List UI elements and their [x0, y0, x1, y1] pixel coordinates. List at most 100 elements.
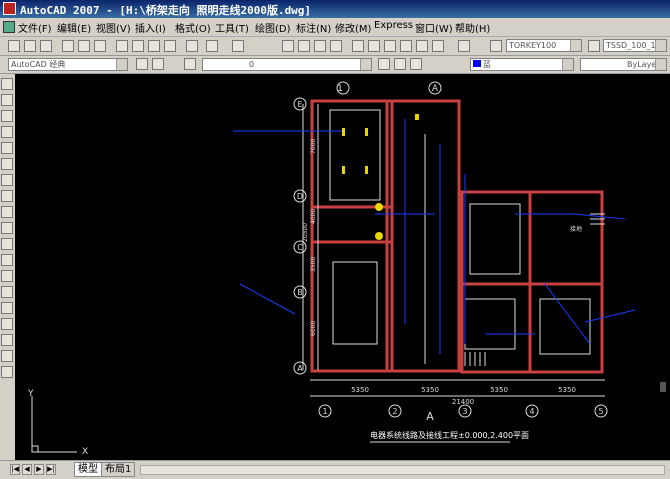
window-title: AutoCAD 2007 - [H:\桥架走向 照明走线2000版.dwg] [20, 4, 312, 17]
markup-icon[interactable] [416, 40, 428, 52]
menu-draw[interactable]: 绘图(D) [255, 20, 291, 35]
copy-icon[interactable] [132, 40, 144, 52]
interior-lines [302, 104, 605, 397]
properties-icon[interactable] [352, 40, 364, 52]
menu-edit[interactable]: 编辑(E) [57, 20, 91, 35]
room-label: 接地 [570, 225, 582, 233]
ellipse-arc-icon[interactable] [1, 238, 13, 250]
leader-line [574, 213, 626, 220]
polyline-icon[interactable] [1, 110, 13, 122]
paste-icon[interactable] [148, 40, 160, 52]
drawing-labels: 1 A 1 2 3 4 5 E D C B A 5350 5350 5350 5… [27, 84, 604, 457]
point-icon[interactable] [1, 286, 13, 298]
tool-palettes-icon[interactable] [384, 40, 396, 52]
ucs-origin-box [31, 445, 39, 453]
axis-label-bottom-3: 3 [462, 407, 467, 416]
insert-block-icon[interactable] [1, 254, 13, 266]
make-block-icon[interactable] [1, 270, 13, 282]
tab-layout1[interactable]: 布局1 [101, 462, 136, 477]
menu-modify[interactable]: 修改(M) [335, 20, 371, 35]
dim-total: 21400 [452, 398, 474, 406]
wall-right-block [460, 190, 604, 374]
last-tab-button[interactable]: ▶| [46, 464, 56, 475]
horizontal-scrollbar[interactable] [140, 465, 665, 475]
new-icon[interactable] [8, 40, 20, 52]
line-icon[interactable] [1, 78, 13, 90]
drawing-area[interactable]: 1 A 1 2 3 4 5 E D C B A 5350 5350 5350 5… [15, 74, 670, 460]
menu-dimension[interactable]: 标注(N) [296, 20, 331, 35]
workspace-select[interactable]: AutoCAD 经典 [8, 58, 128, 71]
polygon-icon[interactable] [1, 126, 13, 138]
layer-previous-icon[interactable] [394, 58, 406, 70]
axis-label-left-b: B [297, 288, 303, 297]
dim-style-select[interactable]: TSSD_100_100 [603, 39, 667, 52]
ellipse-icon[interactable] [1, 222, 13, 234]
layer-manager-icon[interactable] [184, 58, 196, 70]
ucs-y-label: Y [27, 389, 34, 399]
scroll-marker [660, 382, 666, 392]
plot-preview-icon[interactable] [78, 40, 90, 52]
axis-label-bottom-1: 1 [322, 407, 327, 416]
region-icon[interactable] [1, 334, 13, 346]
rectangle-icon[interactable] [1, 142, 13, 154]
pan-icon[interactable] [282, 40, 294, 52]
color-select[interactable]: 蓝 [470, 58, 574, 71]
zoom-previous-icon[interactable] [330, 40, 342, 52]
layer-states-icon[interactable] [410, 58, 422, 70]
hatch-icon[interactable] [1, 302, 13, 314]
menu-window[interactable]: 窗口(W) [415, 20, 453, 35]
menu-file[interactable]: 文件(F) [18, 20, 52, 35]
dim-style-icon[interactable] [588, 40, 600, 52]
room-outline [469, 203, 521, 275]
next-tab-button[interactable]: ▶ [34, 464, 44, 475]
workspace-save-icon[interactable] [152, 58, 164, 70]
sheet-set-icon[interactable] [400, 40, 412, 52]
multiline-text-icon[interactable] [1, 366, 13, 378]
construction-line-icon[interactable] [1, 94, 13, 106]
calculator-icon[interactable] [432, 40, 444, 52]
menu-view[interactable]: 视图(V) [96, 20, 131, 35]
zoom-window-icon[interactable] [314, 40, 326, 52]
autocad-app-icon[interactable] [3, 2, 16, 15]
room-outline [329, 109, 381, 201]
match-properties-icon[interactable] [164, 40, 176, 52]
dim-bottom-2: 5350 [421, 386, 439, 394]
arc-icon[interactable] [1, 158, 13, 170]
help-icon[interactable] [458, 40, 470, 52]
make-current-layer-icon[interactable] [378, 58, 390, 70]
save-icon[interactable] [40, 40, 52, 52]
grid-bubbles [293, 81, 608, 418]
dim-left-3: 3500 [310, 257, 317, 272]
menu-express[interactable]: Express [374, 20, 413, 31]
first-tab-button[interactable]: |◀ [10, 464, 20, 475]
leader-line [584, 309, 636, 323]
spline-icon[interactable] [1, 206, 13, 218]
design-center-icon[interactable] [368, 40, 380, 52]
publish-icon[interactable] [94, 40, 106, 52]
zoom-realtime-icon[interactable] [298, 40, 310, 52]
open-icon[interactable] [24, 40, 36, 52]
layer-select[interactable]: 0 [202, 58, 372, 71]
menu-help[interactable]: 帮助(H) [455, 20, 490, 35]
block-editor-icon[interactable] [186, 40, 198, 52]
dim-left-1: 7000 [310, 139, 317, 154]
tab-model[interactable]: 模型 [74, 462, 102, 477]
circle-icon[interactable] [1, 174, 13, 186]
menu-format[interactable]: 格式(O) [175, 20, 211, 35]
document-icon[interactable] [3, 21, 15, 33]
menu-insert[interactable]: 插入(I) [135, 20, 166, 35]
floor-plan-drawing: 1 A 1 2 3 4 5 E D C B A 5350 5350 5350 5… [27, 81, 666, 457]
redo-icon[interactable] [232, 40, 244, 52]
text-style-select[interactable]: TORKEY100 [506, 39, 582, 52]
table-icon[interactable] [1, 350, 13, 362]
gradient-icon[interactable] [1, 318, 13, 330]
workspace-settings-icon[interactable] [136, 58, 148, 70]
linetype-select[interactable]: ByLayer [580, 58, 667, 71]
cut-icon[interactable] [116, 40, 128, 52]
text-style-icon[interactable] [490, 40, 502, 52]
print-icon[interactable] [62, 40, 74, 52]
menu-tools[interactable]: 工具(T) [215, 20, 249, 35]
revision-cloud-icon[interactable] [1, 190, 13, 202]
undo-icon[interactable] [206, 40, 218, 52]
prev-tab-button[interactable]: ◀ [22, 464, 32, 475]
